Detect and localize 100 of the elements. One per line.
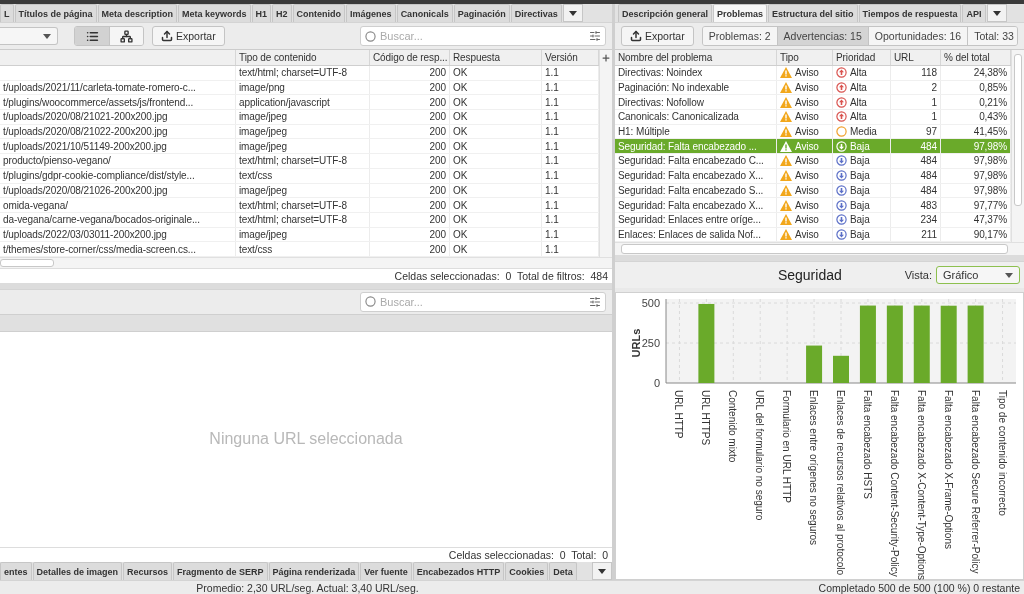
tab[interactable]: Fragmento de SERP: [173, 562, 268, 580]
tab[interactable]: Estructura del sitio: [768, 4, 858, 22]
tab[interactable]: Ver fuente: [360, 562, 412, 580]
axis-tick-label: 500: [641, 297, 660, 310]
tab[interactable]: Página renderizada: [268, 562, 360, 580]
axis-category-label: Formulario en URL HTTP: [781, 390, 793, 504]
table-cell: 200: [429, 82, 446, 94]
table-cell: t/uploads/2020/08/21026-200x200.jpg: [3, 184, 168, 196]
table-cell: Seguridad: Falta encabezado X...: [618, 170, 764, 182]
export-button[interactable]: Exportar: [152, 26, 225, 46]
warning-icon: [780, 96, 792, 108]
list-icon: [85, 29, 99, 43]
tab[interactable]: Paginación: [453, 4, 510, 22]
tree-view-button[interactable]: [109, 27, 143, 45]
column-header[interactable]: Tipo de contenido: [236, 50, 370, 65]
axis-category-label: Falta encabezado Content-Security-Policy: [888, 390, 900, 577]
tab[interactable]: Recursos: [123, 562, 173, 580]
table-row[interactable]: Directivas: Nofollow Aviso Alta 1 0,21%: [615, 95, 1011, 111]
column-header[interactable]: Código de resp...: [370, 50, 450, 65]
scrollbar[interactable]: [615, 242, 1024, 256]
tab[interactable]: Imágenes: [346, 4, 396, 22]
table-cell: Aviso: [795, 199, 819, 211]
tab[interactable]: Títulos de página: [14, 4, 97, 22]
table-cell: t/plugins/gdpr-cookie-compliance/dist/style...: [3, 170, 195, 182]
search-icon: [365, 30, 376, 42]
table-cell: text/html; charset=UTF-8: [239, 214, 347, 226]
warning-icon: [780, 111, 792, 123]
tab[interactable]: Descripción general: [618, 4, 713, 22]
table-cell: Alta: [850, 67, 867, 79]
tab[interactable]: Tiempos de respuesta: [858, 4, 962, 22]
tab[interactable]: Encabezados HTTP: [412, 562, 505, 580]
tab[interactable]: H1: [251, 4, 272, 22]
add-column-icon[interactable]: [601, 53, 611, 63]
scrollbar[interactable]: [599, 50, 612, 257]
table-cell: 200: [429, 184, 446, 196]
tab[interactable]: L: [0, 4, 14, 22]
table-row[interactable]: Seguridad: Falta encabezado C... Aviso Baja 484 97,98%: [615, 154, 1011, 169]
table-cell: 200: [429, 140, 446, 152]
table-cell: 47,37%: [973, 214, 1007, 226]
export-button[interactable]: Exportar: [621, 26, 694, 46]
table-row[interactable]: Seguridad: Falta encabezado X... Aviso Baja 483 97,77%: [615, 198, 1011, 213]
column-header[interactable]: Prioridad: [833, 50, 891, 65]
table-cell: 118: [921, 67, 937, 79]
tab[interactable]: Directivas: [510, 4, 562, 22]
filter-tab[interactable]: Problemas: 2: [702, 27, 777, 45]
column-header[interactable]: URL: [891, 50, 941, 65]
table-cell: Baja: [850, 184, 870, 196]
tab[interactable]: Problemas: [713, 4, 768, 22]
table-cell: 200: [429, 155, 446, 167]
table-cell: Aviso: [795, 126, 819, 138]
tab[interactable]: API: [962, 4, 986, 22]
table-cell: 97,98%: [973, 170, 1007, 182]
table-cell: 0,85%: [979, 82, 1007, 94]
column-header[interactable]: Respuesta: [450, 50, 542, 65]
table-cell: producto/pienso-vegano/: [3, 155, 111, 167]
list-view-button[interactable]: [75, 27, 109, 45]
table-cell: 484: [920, 184, 937, 196]
filter-tab[interactable]: Oportunidades: 16: [867, 27, 968, 45]
table-cell: 41,45%: [973, 126, 1007, 138]
table-cell: 0,21%: [979, 96, 1007, 108]
tab-menu-button[interactable]: [986, 4, 1007, 22]
tab-menu-button[interactable]: [592, 562, 612, 580]
warning-icon: [780, 67, 792, 79]
table-row[interactable]: Canonicals: Canonicalizada Aviso Alta 1 0,43%: [615, 110, 1011, 125]
table-cell: OK: [453, 243, 468, 255]
table-cell: t/uploads/2020/08/21022-200x200.jpg: [3, 126, 168, 138]
tab[interactable]: entes: [0, 562, 32, 580]
column-header[interactable]: Nombre del problema: [615, 50, 777, 65]
tab[interactable]: Deta: [549, 562, 577, 580]
tab[interactable]: Canonicals: [396, 4, 453, 22]
tab[interactable]: Cookies: [505, 562, 549, 580]
table-cell: 97,98%: [973, 184, 1007, 196]
table-row[interactable]: Directivas: Noindex Aviso Alta 118 24,38%: [615, 66, 1011, 81]
table-cell: 1.1: [545, 243, 559, 255]
table-cell: Baja: [850, 170, 870, 182]
column-header[interactable]: Tipo: [777, 50, 833, 65]
tab[interactable]: Detalles de imagen: [32, 562, 123, 580]
table-cell: OK: [453, 228, 468, 240]
tab[interactable]: Meta description: [97, 4, 178, 22]
table-cell: Aviso: [795, 140, 819, 152]
table-cell: Aviso: [795, 111, 819, 123]
status-text: Celdas seleccionadas: 0 Total: 0: [448, 549, 608, 561]
filter-tab[interactable]: Total: 33: [967, 27, 1017, 45]
axis-category-label: Contenido mixto: [727, 390, 739, 463]
tab-menu-button[interactable]: [562, 4, 583, 22]
table-cell: 1: [931, 96, 937, 108]
upload-icon: [630, 30, 642, 42]
tab[interactable]: H2: [272, 4, 292, 22]
view-dropdown[interactable]: Gráfico: [936, 266, 1020, 285]
table-cell: 90,17%: [973, 228, 1007, 240]
scrollbar[interactable]: [1011, 50, 1024, 243]
table-cell: 200: [429, 228, 446, 240]
scrollbar[interactable]: [0, 256, 612, 268]
table-cell: 1.1: [545, 228, 559, 240]
tree-icon: [120, 29, 133, 43]
tab[interactable]: Contenido: [292, 4, 346, 22]
filter-tab[interactable]: Advertencias: 15: [776, 27, 868, 45]
tab[interactable]: Meta keywords: [178, 4, 251, 22]
table-cell: OK: [453, 111, 468, 123]
caret-icon: [43, 33, 51, 39]
